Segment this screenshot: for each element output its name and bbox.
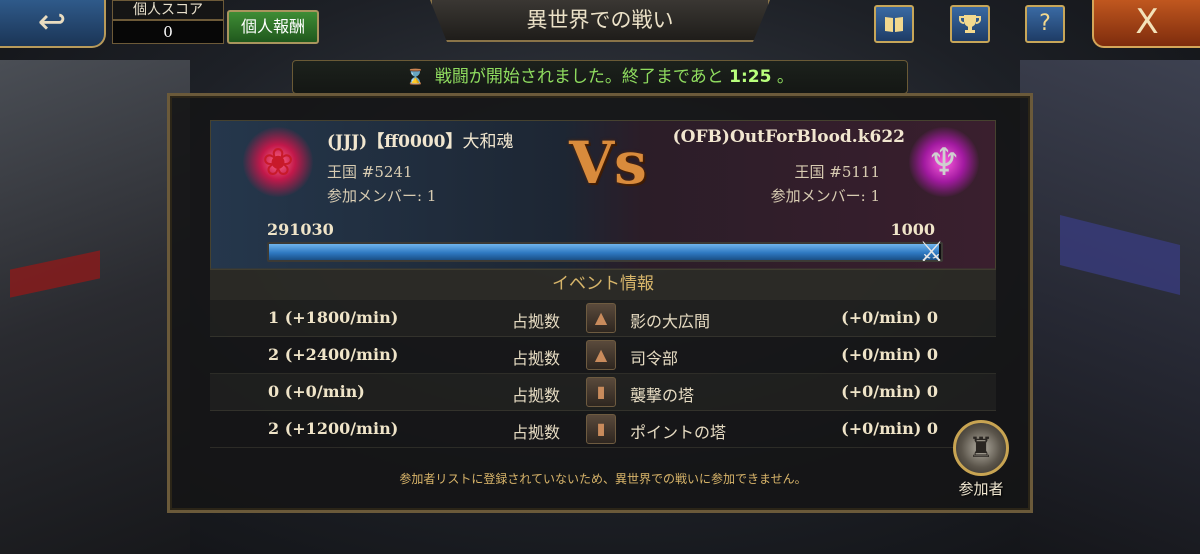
occupation-label: 占拠数 [512,386,561,405]
demon-emblem-icon[interactable]: ♆ [909,127,979,197]
shadow-hall-icon[interactable]: ▲ [586,303,616,333]
left-occupation-score: 2 (+1200/min) [268,419,399,438]
back-arrow-icon: ↩ [37,2,67,42]
headquarters-icon[interactable]: ▲ [586,340,616,370]
help-button[interactable]: ? [1025,5,1065,43]
left-kingdom: 王国 #5241 [327,163,413,181]
occupation-label: 占拠数 [512,312,561,331]
occupation-label: 占拠数 [512,423,561,442]
right-occupation-score: (+0/min) 0 [841,308,938,327]
left-alliance-name-rest: 大和魂 [462,132,514,152]
left-occupation-score: 2 (+2400/min) [268,345,399,364]
crossed-swords-icon: ⚔ [919,235,945,268]
left-occupation-score: 1 (+1800/min) [268,308,399,327]
left-alliance-name: (JJJ)【ff0000】大和魂 [327,127,514,152]
event-row: 2 (+1200/min) 占拠数 ▮ ポイントの塔 (+0/min) 0 [210,411,996,448]
participants-label: 参加者 [958,480,1004,498]
blue-banner [1060,215,1180,295]
help-icon: ? [1039,11,1051,36]
background-left [0,60,190,554]
red-banner [10,250,100,298]
status-message: 戦闘が開始されました。終了まであと [434,67,724,87]
participants-button[interactable]: ♜ 参加者 [944,420,1018,500]
close-icon: X [1135,2,1159,42]
participation-notice: 参加者リストに登録されていないため、異世界での戦いに参加できません。 [399,472,807,486]
right-alliance-name: (OFB)OutForBlood.k622 [672,127,905,147]
assault-tower-icon[interactable]: ▮ [586,377,616,407]
personal-reward-button[interactable]: 個人報酬 [227,10,319,44]
guide-button[interactable] [874,5,914,43]
event-row: 0 (+0/min) 占拠数 ▮ 襲撃の塔 (+0/min) 0 [210,374,996,411]
status-suffix: 。 [776,67,794,87]
right-occupation-score: (+0/min) 0 [841,382,938,401]
ranking-button[interactable] [950,5,990,43]
right-occupation-score: (+0/min) 0 [841,419,938,438]
building-name: 司令部 [630,349,679,368]
hourglass-icon: ⌛ [406,68,425,86]
event-info-header: イベント情報 [210,268,996,300]
trophy-icon [959,15,981,33]
book-icon [885,17,903,32]
score-progress-bar: ⚔ [267,235,944,268]
left-occupation-score: 0 (+0/min) [268,382,365,401]
personal-score-value: 0 [112,20,224,44]
matchup-card: ❀ (JJJ)【ff0000】大和魂 王国 #5241 参加メンバー: 1 Vs… [210,120,996,270]
right-members: 参加メンバー: 1 [770,187,880,205]
event-row: 1 (+1800/min) 占拠数 ▲ 影の大広間 (+0/min) 0 [210,300,996,337]
vs-label: Vs [569,129,647,197]
point-tower-icon[interactable]: ▮ [586,414,616,444]
page-title: 異世界での戦い [430,0,770,42]
battle-panel: ❀ (JJJ)【ff0000】大和魂 王国 #5241 参加メンバー: 1 Vs… [167,93,1033,513]
building-name: 影の大広間 [630,312,711,331]
score-progress-fill [269,244,939,260]
background-right [1020,60,1200,554]
right-occupation-score: (+0/min) 0 [841,345,938,364]
right-kingdom: 王国 #5111 [794,163,880,181]
building-name: ポイントの塔 [630,423,727,442]
building-name: 襲撃の塔 [630,386,695,405]
knight-helmet-icon: ♜ [953,420,1009,476]
left-score: 291030 [267,220,334,239]
left-members: 参加メンバー: 1 [327,187,437,205]
rose-emblem-icon[interactable]: ❀ [243,127,313,197]
event-row: 2 (+2400/min) 占拠数 ▲ 司令部 (+0/min) 0 [210,337,996,374]
close-button[interactable]: X [1092,0,1200,48]
left-alliance-tag: (JJJ)【ff0000】 [327,132,463,152]
occupation-label: 占拠数 [512,349,561,368]
remaining-time: 1:25 [729,67,772,87]
event-info-list: 1 (+1800/min) 占拠数 ▲ 影の大広間 (+0/min) 0 2 (… [210,300,996,450]
personal-score-label: 個人スコア [112,0,224,20]
back-button[interactable]: ↩ [0,0,106,48]
battle-status-bar: ⌛ 戦闘が開始されました。終了まであと 1:25 。 [292,60,908,94]
